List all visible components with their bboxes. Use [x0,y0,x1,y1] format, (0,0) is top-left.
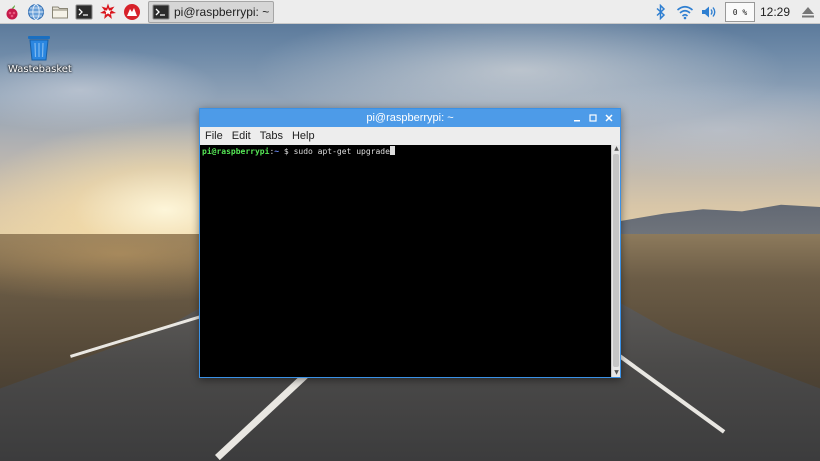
system-tray: 0 % 12:29 [649,0,820,24]
terminal-icon [152,4,170,19]
menu-help[interactable]: Help [292,130,315,142]
minimize-button[interactable] [569,110,585,126]
trash-icon [28,36,50,61]
menu-bar: File Edit Tabs Help [200,127,620,145]
wifi-icon [676,5,693,20]
globe-icon [28,3,44,20]
typed-command: sudo apt-get upgrade [293,147,390,156]
eject-icon [802,7,814,18]
terminal-output[interactable]: pi@raspberrypi:~ $ sudo apt-get upgrade [200,145,612,377]
menu-file[interactable]: File [205,130,223,142]
wolfram-button[interactable] [120,0,144,24]
close-icon [605,114,613,122]
taskbar-item-terminal[interactable]: pi@raspberrypi: ~ [148,0,274,23]
clock[interactable]: 12:29 [760,5,790,19]
cpu-usage-monitor[interactable]: 0 % [724,2,755,22]
prompt-user: pi@raspberrypi [202,147,270,156]
wolfram-icon [124,3,140,20]
mathematica-star-icon [100,3,116,19]
terminal-launcher-button[interactable] [72,0,96,24]
eject-button[interactable] [796,0,820,24]
maximize-icon [589,114,597,122]
wastebasket-desktop-icon[interactable]: Wastebasket [8,32,72,75]
minimize-icon [574,120,580,122]
wifi-button[interactable] [673,0,697,24]
prompt-path: ~ [274,147,280,156]
terminal-scrollbar[interactable]: ▲ ▼ [611,145,620,377]
window-titlebar[interactable]: pi@raspberrypi: ~ [200,109,620,127]
web-browser-button[interactable] [24,0,48,24]
file-manager-button[interactable] [48,0,72,24]
terminal-window: pi@raspberrypi: ~ File Edit Tabs Help pi… [199,108,621,378]
raspberry-menu-icon [6,4,18,19]
prompt-symbol: $ [283,147,289,156]
close-button[interactable] [601,110,617,126]
menu-tabs[interactable]: Tabs [260,130,283,142]
command-line: pi@raspberrypi:~ $ sudo apt-get upgrade [202,146,610,157]
folder-icon [52,6,68,18]
scrollbar-thumb[interactable] [613,154,619,367]
top-panel: pi@raspberrypi: ~ 0 % 12:29 [0,0,820,24]
window-title: pi@raspberrypi: ~ [366,112,454,124]
scroll-up-arrow-icon[interactable]: ▲ [613,145,620,153]
maximize-button[interactable] [585,110,601,126]
mathematica-button[interactable] [96,0,120,24]
wastebasket-label: Wastebasket [8,64,72,75]
taskbar-item-label: pi@raspberrypi: ~ [174,4,270,19]
scroll-down-arrow-icon[interactable]: ▼ [613,369,620,377]
volume-button[interactable] [697,0,721,24]
text-cursor [389,146,395,155]
bluetooth-icon [656,4,666,20]
bluetooth-button[interactable] [649,0,673,24]
raspberry-menu-button[interactable] [0,0,24,24]
speaker-icon [701,6,716,18]
terminal-icon [75,4,93,19]
menu-edit[interactable]: Edit [232,130,251,142]
